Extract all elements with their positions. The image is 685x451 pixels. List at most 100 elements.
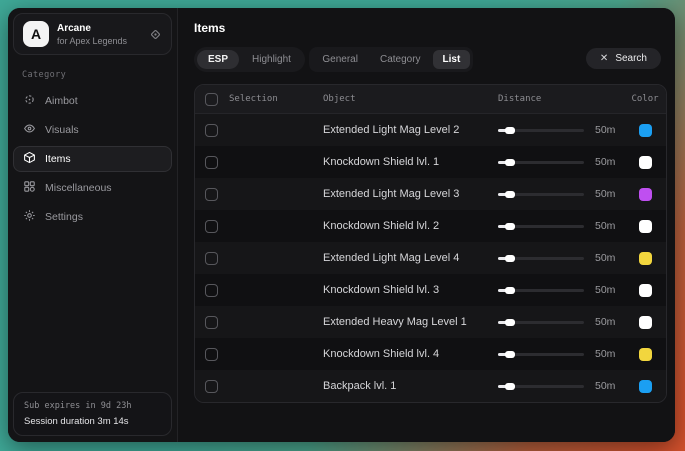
slider-thumb[interactable] <box>505 159 515 166</box>
row-checkbox[interactable] <box>205 380 218 393</box>
sidebar-item-label: Settings <box>45 211 83 223</box>
table-row: Knockdown Shield lvl. 3 50m <box>195 274 666 306</box>
column-header-object: Object <box>323 94 498 104</box>
slider-thumb[interactable] <box>505 127 515 134</box>
row-checkbox[interactable] <box>205 348 218 361</box>
page-title: Items <box>194 21 667 35</box>
main-panel: Items ESP Highlight ✕ Search General Cat… <box>178 8 675 442</box>
row-checkbox[interactable] <box>205 124 218 137</box>
distance-slider[interactable] <box>498 353 584 356</box>
distance-value: 50m <box>595 284 615 296</box>
distance-value: 50m <box>595 348 615 360</box>
distance-slider[interactable] <box>498 321 584 324</box>
color-swatch[interactable] <box>639 284 652 297</box>
search-button-label: Search <box>615 53 647 64</box>
view-tabs: General Category List <box>309 47 473 72</box>
object-label: Knockdown Shield lvl. 2 <box>323 220 498 232</box>
sub-expiry-text: Sub expires in 9d 23h <box>24 401 161 411</box>
tab-category[interactable]: Category <box>370 50 431 69</box>
select-all-checkbox[interactable] <box>205 93 218 106</box>
search-button[interactable]: ✕ Search <box>586 48 661 69</box>
sidebar-item-settings[interactable]: Settings <box>13 204 172 230</box>
distance-slider[interactable] <box>498 225 584 228</box>
app-header-card: A Arcane for Apex Legends <box>13 13 172 55</box>
row-checkbox[interactable] <box>205 156 218 169</box>
object-label: Extended Light Mag Level 2 <box>323 124 498 136</box>
table-row: Extended Light Mag Level 2 50m <box>195 114 666 146</box>
items-table: Selection Object Distance Color Extended… <box>194 84 667 403</box>
color-swatch[interactable] <box>639 188 652 201</box>
row-checkbox[interactable] <box>205 252 218 265</box>
slider-thumb[interactable] <box>505 383 515 390</box>
sidebar-item-label: Aimbot <box>45 95 78 107</box>
column-header-color: Color <box>624 94 666 104</box>
row-checkbox[interactable] <box>205 316 218 329</box>
slider-thumb[interactable] <box>505 319 515 326</box>
table-row: Knockdown Shield lvl. 2 50m <box>195 210 666 242</box>
object-label: Extended Light Mag Level 3 <box>323 188 498 200</box>
gear-icon <box>23 209 36 225</box>
table-row: Extended Light Mag Level 4 50m <box>195 242 666 274</box>
app-title: Arcane <box>57 23 127 34</box>
object-label: Knockdown Shield lvl. 1 <box>323 156 498 168</box>
session-duration-text: Session duration 3m 14s <box>24 416 161 427</box>
row-checkbox[interactable] <box>205 188 218 201</box>
row-checkbox[interactable] <box>205 284 218 297</box>
color-swatch[interactable] <box>639 220 652 233</box>
tab-list[interactable]: List <box>433 50 471 69</box>
package-icon <box>23 151 36 167</box>
distance-slider[interactable] <box>498 129 584 132</box>
eye-icon <box>23 122 36 138</box>
diamond-badge-icon <box>149 28 162 41</box>
object-label: Extended Light Mag Level 4 <box>323 252 498 264</box>
table-row: Knockdown Shield lvl. 1 50m <box>195 146 666 178</box>
sidebar-item-miscellaneous[interactable]: Miscellaneous <box>13 175 172 201</box>
app-window: A Arcane for Apex Legends Category Aimbo… <box>8 8 675 442</box>
distance-value: 50m <box>595 156 615 168</box>
table-header: Selection Object Distance Color <box>195 85 666 114</box>
slider-thumb[interactable] <box>505 191 515 198</box>
slider-thumb[interactable] <box>505 287 515 294</box>
column-header-distance: Distance <box>498 94 624 104</box>
tab-general[interactable]: General <box>312 50 368 69</box>
color-swatch[interactable] <box>639 156 652 169</box>
column-header-selection: Selection <box>229 94 278 104</box>
object-label: Knockdown Shield lvl. 4 <box>323 348 498 360</box>
distance-slider[interactable] <box>498 385 584 388</box>
tab-highlight[interactable]: Highlight <box>241 50 302 69</box>
distance-value: 50m <box>595 124 615 136</box>
app-subtitle: for Apex Legends <box>57 36 127 46</box>
sidebar-section-label: Category <box>22 70 163 80</box>
color-swatch[interactable] <box>639 316 652 329</box>
distance-slider[interactable] <box>498 289 584 292</box>
slider-thumb[interactable] <box>505 223 515 230</box>
tab-esp[interactable]: ESP <box>197 50 239 69</box>
color-swatch[interactable] <box>639 252 652 265</box>
distance-value: 50m <box>595 316 615 328</box>
sidebar-item-items[interactable]: Items <box>13 146 172 172</box>
distance-slider[interactable] <box>498 257 584 260</box>
slider-thumb[interactable] <box>505 255 515 262</box>
distance-slider[interactable] <box>498 161 584 164</box>
crosshair-icon <box>23 93 36 109</box>
table-row: Knockdown Shield lvl. 4 50m <box>195 338 666 370</box>
subscription-info-card: Sub expires in 9d 23h Session duration 3… <box>13 392 172 436</box>
object-label: Extended Heavy Mag Level 1 <box>323 316 498 328</box>
color-swatch[interactable] <box>639 348 652 361</box>
distance-slider[interactable] <box>498 193 584 196</box>
table-row: Extended Light Mag Level 3 50m <box>195 178 666 210</box>
row-checkbox[interactable] <box>205 220 218 233</box>
sidebar-item-visuals[interactable]: Visuals <box>13 117 172 143</box>
distance-value: 50m <box>595 188 615 200</box>
sidebar-item-label: Miscellaneous <box>45 182 112 194</box>
app-logo: A <box>23 21 49 47</box>
slider-thumb[interactable] <box>505 351 515 358</box>
table-body: Extended Light Mag Level 2 50m Knockdown… <box>195 114 666 402</box>
sidebar-item-aimbot[interactable]: Aimbot <box>13 88 172 114</box>
object-label: Backpack lvl. 1 <box>323 380 498 392</box>
distance-value: 50m <box>595 220 615 232</box>
mode-tabs: ESP Highlight <box>194 47 305 72</box>
color-swatch[interactable] <box>639 380 652 393</box>
color-swatch[interactable] <box>639 124 652 137</box>
table-row: Extended Heavy Mag Level 1 50m <box>195 306 666 338</box>
